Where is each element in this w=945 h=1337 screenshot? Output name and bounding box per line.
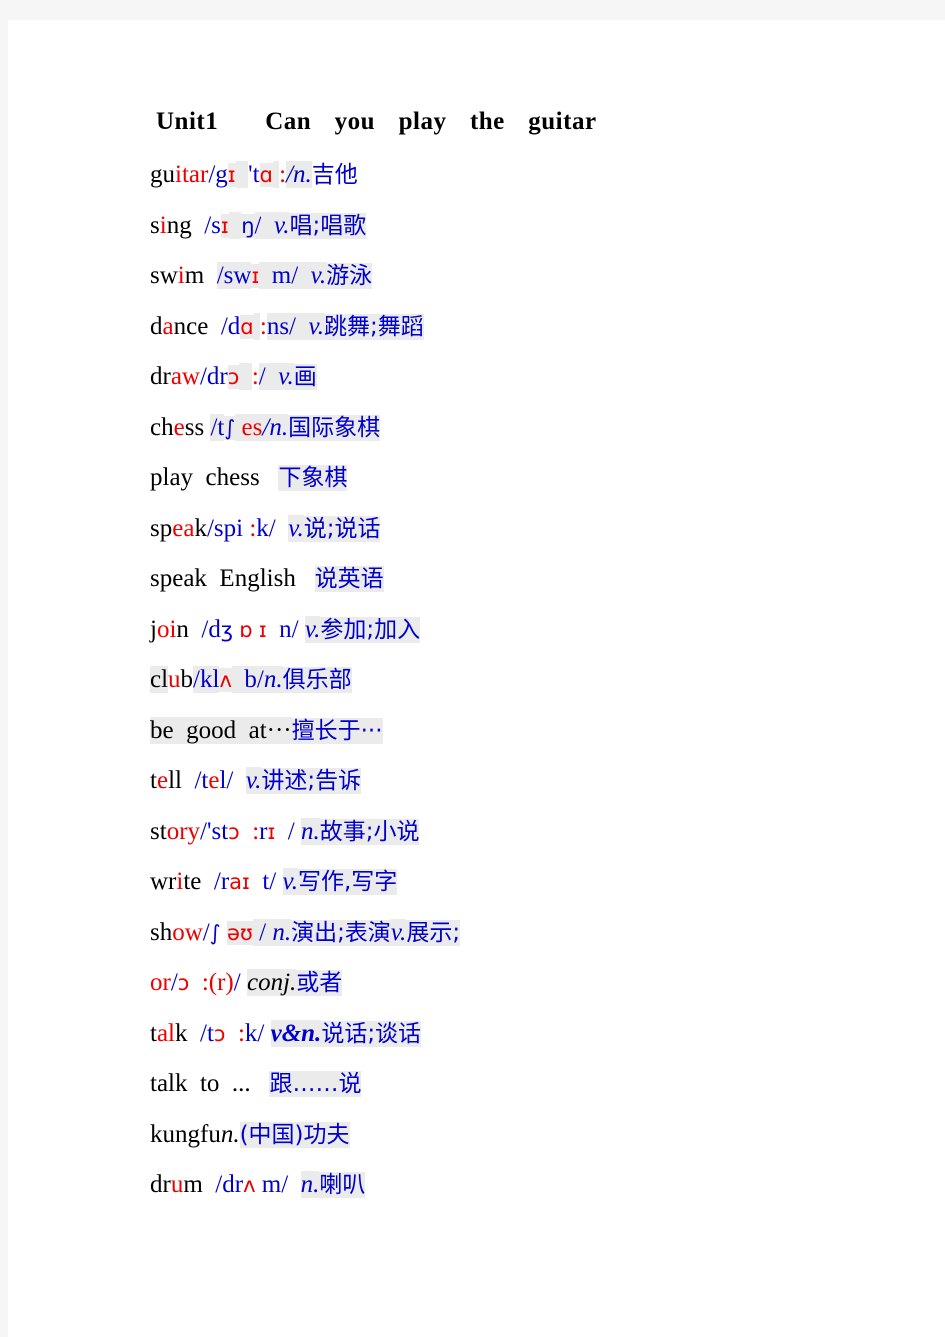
vocab-entry-or: or/ɔ :(r)/ conj.或者 [150, 969, 343, 996]
vocab-entry-talk-to: talk to ... 跟……说 [150, 1070, 362, 1097]
vocab-entry-swim: swim /swɪ m/ v.游泳 [150, 262, 373, 289]
vocab-entry-talk: talk /tɔ :k/ v&n.说话;谈话 [150, 1019, 422, 1047]
vocab-entry-show: show/∫ əʊ / n.演出;表演v.展示; [150, 918, 461, 946]
vocab-entry-guitar: guitar/gɪ 'tɑ :/n.吉他 [150, 161, 358, 188]
vocab-entry-club: club/klʌ b/n.俱乐部 [150, 666, 352, 693]
vocab-entry-dance: dance /dɑ :ns/ v.跳舞;舞蹈 [150, 312, 424, 340]
vocab-entry-join: join /dʒ ɒ ɪ n/ v.参加;加入 [150, 615, 421, 643]
vocabulary-list: Unit1 Can you play the guitar guitar/gɪ … [150, 108, 890, 1211]
vocab-entry-speak: speak/spi :k/ v.说;说话 [150, 514, 381, 542]
vocab-entry-write: write /raɪ t/ v.写作,写字 [150, 868, 398, 895]
vocab-entry-chess: chess /t∫ es/n.国际象棋 [150, 413, 381, 441]
vocab-entry-story: story/'stɔ :rɪ / n.故事;小说 [150, 817, 420, 845]
vocab-entry-speak-english: speak English 说英语 [150, 565, 384, 592]
vocab-entry-drum: drum /drʌ m/ n.喇叭 [150, 1171, 366, 1198]
page-title: Unit1 Can you play the guitar [156, 108, 597, 135]
vocab-entry-play-chess: play chess 下象棋 [150, 464, 348, 491]
vocab-entry-be-good-at: be good at···擅长于··· [150, 716, 383, 744]
vocab-entry-draw: draw/drɔ :/ v.画 [150, 363, 317, 390]
vocab-entry-tell: tell /tel/ v.讲述;告诉 [150, 767, 362, 794]
document-page: Unit1 Can you play the guitar guitar/gɪ … [8, 20, 945, 1337]
vocab-entry-sing: sing /sɪ ŋ/ v.唱;唱歌 [150, 211, 367, 239]
vocab-entry-kungfu: kungfun.(中国)功夫 [150, 1120, 350, 1148]
